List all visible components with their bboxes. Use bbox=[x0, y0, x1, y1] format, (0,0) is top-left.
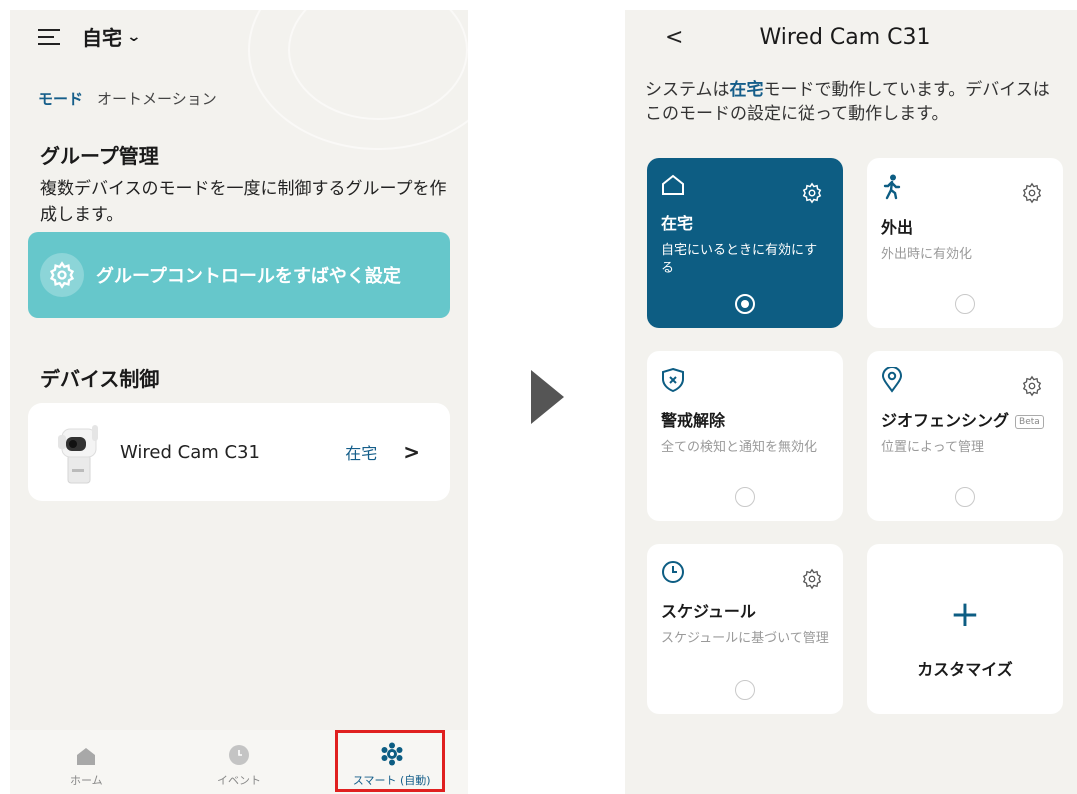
location-pin-icon bbox=[881, 366, 903, 393]
chevron-right-icon: > bbox=[403, 440, 420, 464]
arrow-right-icon bbox=[531, 370, 564, 424]
gear-icon[interactable] bbox=[801, 182, 823, 204]
mode-name: ジオフェンシング bbox=[881, 411, 1010, 430]
gear-icon[interactable] bbox=[1021, 375, 1043, 397]
mode-sub: 外出時に有効化 bbox=[881, 247, 973, 262]
header: < Wired Cam C31 bbox=[625, 22, 1077, 52]
mode-name-row: ジオフェンシング Beta bbox=[881, 407, 1049, 431]
shield-x-icon bbox=[662, 367, 684, 393]
home-selector[interactable]: 自宅 ⌄ bbox=[82, 22, 142, 51]
mode-name: 在宅 bbox=[661, 214, 694, 233]
home-name: 自宅 bbox=[82, 26, 122, 50]
page-title: Wired Cam C31 bbox=[759, 24, 931, 50]
clock-icon bbox=[662, 561, 684, 583]
desc-prefix: システムは bbox=[645, 80, 730, 100]
home-icon bbox=[77, 748, 96, 765]
tab-automation[interactable]: オートメーション bbox=[97, 88, 217, 109]
tab-mode[interactable]: モード bbox=[38, 88, 83, 109]
mode-radio[interactable] bbox=[735, 487, 755, 507]
group-management-title: グループ管理 bbox=[40, 144, 159, 168]
device-name: Wired Cam C31 bbox=[120, 441, 260, 463]
mode-sub: 全ての検知と通知を無効化 bbox=[661, 440, 818, 455]
walking-icon bbox=[883, 174, 901, 200]
group-management-description: 複数デバイスのモードを一度に制御するグループを作成します。 bbox=[40, 179, 447, 225]
bottom-nav: ホーム イベント スマート (自動) bbox=[10, 730, 468, 794]
mode-sub: スケジュールに基づいて管理 bbox=[661, 631, 829, 646]
mode-name: 警戒解除 bbox=[661, 411, 726, 430]
camera-image bbox=[54, 417, 102, 487]
gear-icon bbox=[40, 253, 84, 297]
mode-sub: 自宅にいるときに有効にする bbox=[661, 243, 818, 276]
mode-card-geofencing[interactable]: ジオフェンシング Beta 位置によって管理 bbox=[867, 351, 1063, 521]
mode-card-disarm[interactable]: 警戒解除 全ての検知と通知を無効化 bbox=[647, 351, 843, 521]
mode-tabs: モード オートメーション bbox=[38, 88, 217, 109]
mode-radio[interactable] bbox=[735, 294, 755, 314]
customize-label: カスタマイズ bbox=[917, 660, 1013, 679]
mode-radio[interactable] bbox=[955, 294, 975, 314]
mode-card-schedule[interactable]: スケジュール スケジュールに基づいて管理 bbox=[647, 544, 843, 714]
chevron-down-icon: ⌄ bbox=[126, 28, 142, 45]
clock-icon bbox=[229, 745, 249, 765]
device-mode: 在宅 bbox=[345, 444, 378, 463]
nav-events-label: イベント bbox=[217, 774, 261, 787]
device-control-title: デバイス制御 bbox=[40, 367, 160, 391]
device-row[interactable]: Wired Cam C31 在宅 > bbox=[28, 403, 450, 501]
mode-card-home[interactable]: 在宅 自宅にいるときに有効にする bbox=[647, 158, 843, 328]
mode-settings-screen: < Wired Cam C31 システムは在宅モードで動作しています。デバイスは… bbox=[625, 10, 1077, 794]
mode-description: システムは在宅モードで動作しています。デバイスはこのモードの設定に従って動作しま… bbox=[645, 78, 1065, 126]
quick-group-setup-label: グループコントロールをすばやく設定 bbox=[96, 266, 401, 287]
mode-card-away[interactable]: 外出 外出時に有効化 bbox=[867, 158, 1063, 328]
mode-name: 外出 bbox=[881, 218, 914, 237]
nav-events[interactable]: イベント bbox=[163, 730, 316, 794]
desc-current-mode: 在宅 bbox=[729, 80, 764, 100]
nav-home[interactable]: ホーム bbox=[10, 730, 163, 794]
nav-home-label: ホーム bbox=[70, 774, 103, 787]
customize-card[interactable]: + カスタマイズ bbox=[867, 544, 1063, 714]
beta-badge: Beta bbox=[1015, 414, 1044, 429]
smart-screen: 自宅 ⌄ モード オートメーション グループ管理 複数デバイスのモードを一度に制… bbox=[10, 10, 468, 794]
mode-radio[interactable] bbox=[735, 680, 755, 700]
plus-icon: + bbox=[949, 594, 981, 635]
gear-icon[interactable] bbox=[801, 568, 823, 590]
quick-group-setup-button[interactable]: グループコントロールをすばやく設定 bbox=[28, 232, 450, 318]
mode-name: スケジュール bbox=[661, 602, 756, 621]
header: 自宅 ⌄ bbox=[38, 22, 142, 51]
mode-sub: 位置によって管理 bbox=[881, 440, 984, 455]
mode-radio[interactable] bbox=[955, 487, 975, 507]
highlight-box bbox=[335, 730, 445, 792]
gear-icon[interactable] bbox=[1021, 182, 1043, 204]
home-icon bbox=[662, 174, 684, 195]
menu-icon[interactable] bbox=[38, 28, 60, 45]
